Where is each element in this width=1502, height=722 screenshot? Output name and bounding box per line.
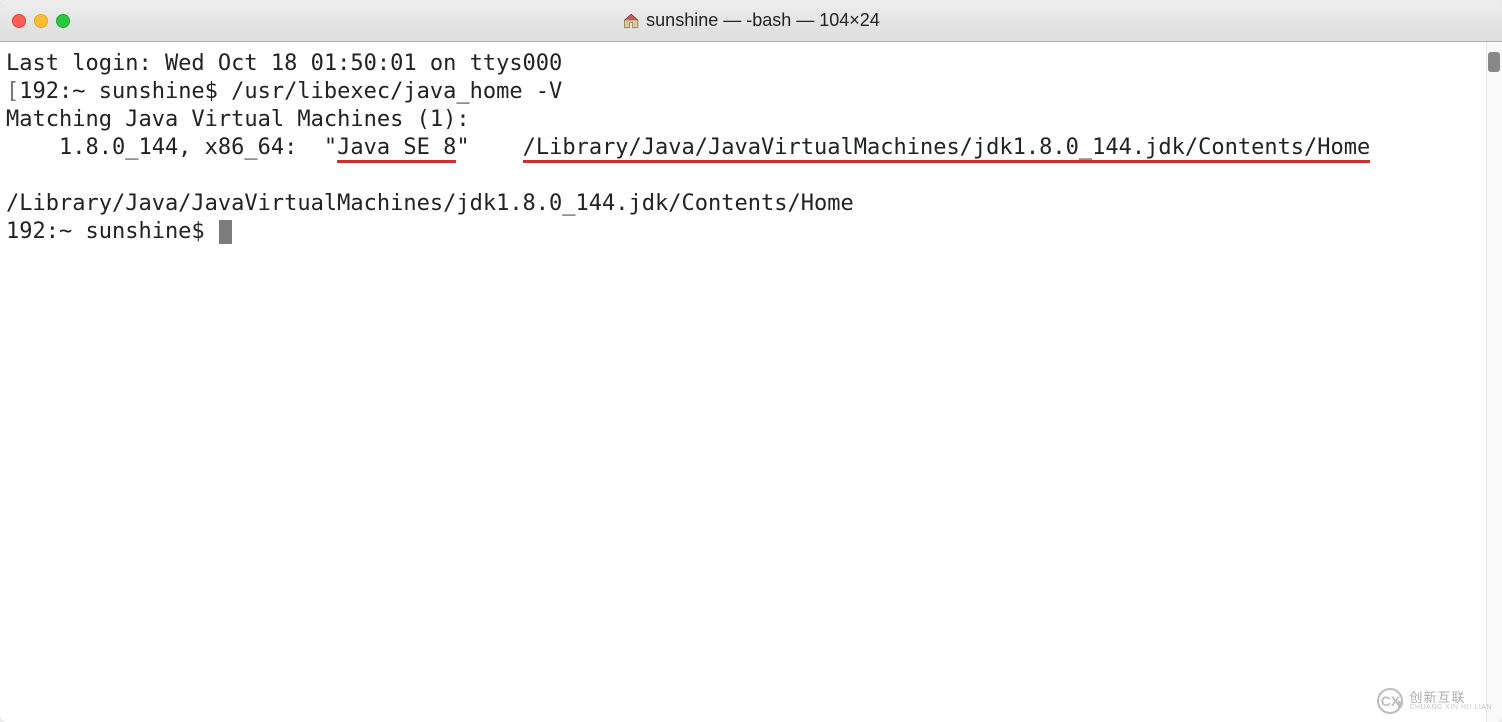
watermark-logo-icon: CX bbox=[1377, 688, 1403, 714]
scrollbar-track[interactable] bbox=[1486, 42, 1502, 722]
watermark-main: 创新互联 bbox=[1409, 691, 1492, 704]
terminal-window: sunshine — -bash — 104×24 Last login: We… bbox=[0, 0, 1502, 722]
window-titlebar[interactable]: sunshine — -bash — 104×24 bbox=[0, 0, 1502, 42]
zoom-button[interactable] bbox=[56, 14, 70, 28]
scrollbar-thumb[interactable] bbox=[1488, 52, 1500, 72]
terminal-body: Last login: Wed Oct 18 01:50:01 on ttys0… bbox=[0, 42, 1502, 722]
jvm-prefix: 1.8.0_144, x86_64: " bbox=[6, 135, 337, 160]
window-title: sunshine — -bash — 104×24 bbox=[646, 10, 880, 31]
java-home-path: /Library/Java/JavaVirtualMachines/jdk1.8… bbox=[523, 135, 1371, 163]
terminal-line: /Library/Java/JavaVirtualMachines/jdk1.8… bbox=[6, 191, 854, 216]
cursor-icon bbox=[219, 220, 232, 244]
quote-gap: " bbox=[456, 135, 522, 160]
home-icon bbox=[622, 12, 640, 30]
shell-prompt: 192:~ sunshine$ bbox=[6, 219, 218, 244]
terminal-line: Matching Java Virtual Machines (1): bbox=[6, 107, 470, 132]
shell-prompt: 192:~ sunshine$ bbox=[19, 79, 231, 104]
watermark-text: 创新互联 CHUANG XIN HU LIAN bbox=[1409, 691, 1492, 711]
traffic-lights bbox=[12, 14, 70, 28]
close-button[interactable] bbox=[12, 14, 26, 28]
watermark: CX 创新互联 CHUANG XIN HU LIAN bbox=[1377, 688, 1492, 714]
terminal-line: Last login: Wed Oct 18 01:50:01 on ttys0… bbox=[6, 51, 562, 76]
minimize-button[interactable] bbox=[34, 14, 48, 28]
shell-command: /usr/libexec/java_home -V bbox=[231, 79, 562, 104]
bracket-char: [ bbox=[6, 79, 19, 104]
terminal-content[interactable]: Last login: Wed Oct 18 01:50:01 on ttys0… bbox=[0, 42, 1486, 722]
java-se-label: Java SE 8 bbox=[337, 135, 456, 163]
watermark-sub: CHUANG XIN HU LIAN bbox=[1409, 704, 1492, 711]
window-title-container: sunshine — -bash — 104×24 bbox=[622, 10, 880, 31]
